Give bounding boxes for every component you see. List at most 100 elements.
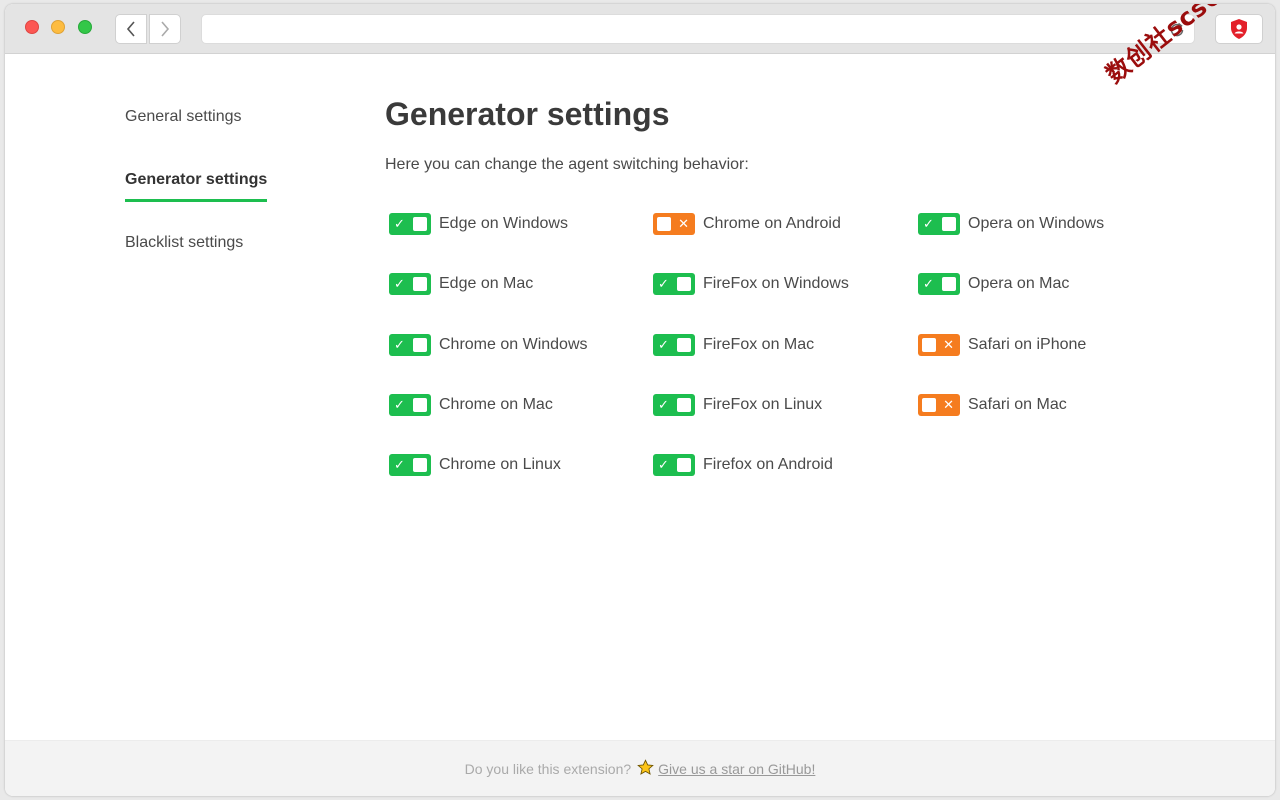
agent-option[interactable]: ✓ Firefox on Android	[653, 435, 849, 495]
back-button[interactable]	[115, 14, 147, 44]
footer: Do you like this extension? Give us a st…	[5, 740, 1275, 796]
agent-option[interactable]: ✓ Chrome on Mac	[389, 375, 588, 435]
agent-option-label: Firefox on Android	[703, 456, 833, 474]
check-icon: ✓	[923, 216, 934, 232]
agent-option[interactable]: ✕ Safari on Mac	[918, 375, 1104, 435]
agent-option-label: Chrome on Android	[703, 215, 841, 233]
options-column: ✓ Edge on Windows ✓ Edge on Mac ✓ Chrome on W…	[389, 194, 588, 495]
toggle-knob	[677, 277, 691, 292]
agent-option[interactable]: ✓ Opera on Mac	[918, 254, 1104, 314]
toggle-switch-on[interactable]: ✓	[389, 394, 431, 417]
check-icon: ✓	[923, 276, 934, 292]
sidebar-item-general-settings[interactable]: General settings	[125, 104, 267, 167]
close-window-button[interactable]	[25, 20, 39, 34]
toggle-knob	[942, 277, 956, 292]
sidebar-item-label: Generator settings	[125, 167, 268, 202]
address-bar[interactable]	[201, 14, 1195, 44]
agent-option[interactable]: ✓ Edge on Windows	[389, 194, 588, 254]
agent-option-label: Chrome on Linux	[439, 456, 561, 474]
toggle-knob	[413, 337, 427, 352]
toggle-knob	[922, 398, 936, 413]
toggle-switch-on[interactable]: ✓	[918, 213, 960, 236]
x-icon: ✕	[943, 397, 954, 413]
check-icon: ✓	[394, 397, 405, 413]
toggle-switch-off[interactable]: ✕	[918, 333, 960, 356]
agent-option[interactable]: ✕ Chrome on Android	[653, 194, 849, 254]
check-icon: ✓	[658, 397, 669, 413]
toggle-knob	[413, 217, 427, 232]
toggle-knob	[413, 458, 427, 473]
agent-option[interactable]: ✓ Chrome on Windows	[389, 315, 588, 375]
toggle-knob	[942, 217, 956, 232]
footer-question: Do you like this extension?	[464, 760, 632, 777]
main-content: Generator settings Here you can change t…	[385, 96, 749, 174]
agent-option[interactable]: ✓ Edge on Mac	[389, 254, 588, 314]
agent-option[interactable]: ✓ FireFox on Linux	[653, 375, 849, 435]
page-description: Here you can change the agent switching …	[385, 156, 749, 173]
agent-option[interactable]: ✓ Opera on Windows	[918, 194, 1104, 254]
toggle-switch-on[interactable]: ✓	[653, 454, 695, 477]
agent-option-label: Chrome on Mac	[439, 396, 553, 414]
toggle-knob	[677, 337, 691, 352]
check-icon: ✓	[658, 457, 669, 473]
toggle-switch-on[interactable]: ✓	[389, 333, 431, 356]
extension-button[interactable]	[1215, 14, 1263, 44]
sidebar-item-label: Blacklist settings	[125, 234, 244, 251]
toggle-switch-off[interactable]: ✕	[653, 213, 695, 236]
check-icon: ✓	[394, 457, 405, 473]
agent-option-label: Edge on Mac	[439, 275, 534, 293]
check-icon: ✓	[394, 216, 405, 232]
toggle-switch-on[interactable]: ✓	[653, 273, 695, 296]
github-star-link[interactable]: Give us a star on GitHub!	[658, 761, 815, 777]
toggle-switch-off[interactable]: ✕	[918, 394, 960, 417]
minimize-window-button[interactable]	[51, 20, 65, 34]
star-icon	[637, 758, 655, 779]
agent-options-grid: ✓ Edge on Windows ✓ Edge on Mac ✓ Chrome on W…	[389, 194, 1189, 494]
sidebar-item-label: General settings	[125, 108, 242, 125]
toggle-knob	[413, 398, 427, 413]
agent-option-label: Safari on Mac	[968, 396, 1067, 414]
x-icon: ✕	[943, 336, 954, 352]
chevron-right-icon	[161, 21, 170, 37]
agent-option-label: Opera on Mac	[968, 275, 1070, 293]
toggle-switch-on[interactable]: ✓	[389, 273, 431, 296]
toggle-switch-on[interactable]: ✓	[918, 273, 960, 296]
options-column: ✓ Opera on Windows ✓ Opera on Mac ✕ Safari on…	[918, 194, 1104, 435]
browser-window: 数创社scs66 General settings Generator sett…	[5, 4, 1275, 796]
check-icon: ✓	[394, 336, 405, 352]
agent-option[interactable]: ✓ FireFox on Mac	[653, 315, 849, 375]
page-title: Generator settings	[385, 96, 670, 132]
toggle-knob	[657, 217, 671, 232]
agent-option-label: Safari on iPhone	[968, 335, 1087, 353]
toggle-switch-on[interactable]: ✓	[653, 394, 695, 417]
agent-option-label: FireFox on Windows	[703, 275, 849, 293]
check-icon: ✓	[394, 276, 405, 292]
chevron-left-icon	[126, 21, 135, 37]
check-icon: ✓	[658, 336, 669, 352]
agent-option-label: Opera on Windows	[968, 215, 1105, 233]
shield-icon	[1231, 19, 1247, 39]
sidebar-item-blacklist-settings[interactable]: Blacklist settings	[125, 230, 267, 293]
toggle-knob	[677, 458, 691, 473]
toggle-switch-on[interactable]: ✓	[389, 213, 431, 236]
maximize-window-button[interactable]	[78, 20, 92, 34]
agent-option-label: Edge on Windows	[439, 215, 568, 233]
forward-button[interactable]	[149, 14, 181, 44]
toggle-knob	[922, 337, 936, 352]
toggle-switch-on[interactable]: ✓	[653, 333, 695, 356]
agent-option[interactable]: ✕ Safari on iPhone	[918, 315, 1104, 375]
agent-option[interactable]: ✓ Chrome on Linux	[389, 435, 588, 495]
options-column: ✕ Chrome on Android ✓ FireFox on Windows ✓ Fi…	[653, 194, 849, 495]
toggle-knob	[677, 398, 691, 413]
toggle-knob	[413, 277, 427, 292]
agent-option-label: FireFox on Linux	[703, 396, 823, 414]
sidebar-item-generator-settings[interactable]: Generator settings	[125, 167, 268, 230]
check-icon: ✓	[658, 276, 669, 292]
agent-option-label: Chrome on Windows	[439, 335, 588, 353]
agent-option[interactable]: ✓ FireFox on Windows	[653, 254, 849, 314]
agent-option-label: FireFox on Mac	[703, 335, 815, 353]
settings-sidebar: General settings Generator settings Blac…	[125, 104, 268, 293]
title-bar	[5, 4, 1275, 54]
toggle-switch-on[interactable]: ✓	[389, 454, 431, 477]
x-icon: ✕	[678, 216, 689, 232]
